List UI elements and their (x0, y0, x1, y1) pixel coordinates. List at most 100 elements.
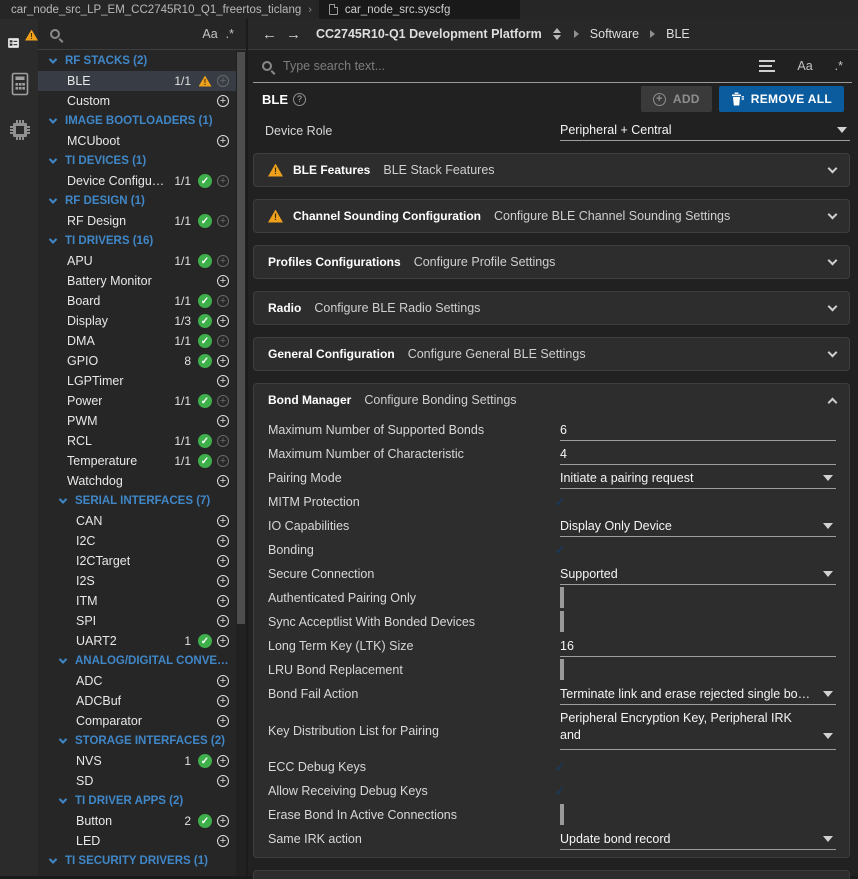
tree-group-ti-security-drivers-1[interactable]: TI SECURITY DRIVERS (1) (38, 851, 236, 871)
chevron-down-icon[interactable] (828, 209, 838, 219)
dropdown-pairing-mode[interactable]: Initiate a pairing request (560, 468, 836, 489)
project-breadcrumb[interactable]: car_node_src_LP_EM_CC2745R10_Q1_freertos… (0, 4, 301, 16)
dropdown-same-irk-action[interactable]: Update bond record (560, 829, 836, 850)
add-instance-button[interactable] (217, 415, 229, 427)
regex-toggle[interactable]: .* (226, 27, 234, 41)
breadcrumb-ble[interactable]: BLE (666, 27, 690, 41)
chevron-down-icon[interactable] (59, 735, 67, 743)
peripherals-calculator-icon[interactable] (7, 71, 33, 97)
tree-item-i2s[interactable]: I2S (38, 571, 236, 591)
section-header-ble-features[interactable]: BLE FeaturesBLE Stack Features (254, 154, 849, 186)
add-instance-button[interactable] (217, 375, 229, 387)
tree-item-sd[interactable]: SD (38, 771, 236, 791)
chevron-down-icon[interactable] (59, 795, 67, 803)
tree-item-led[interactable]: LED (38, 831, 236, 851)
checkbox-lru-bond-replacement[interactable] (560, 659, 564, 680)
add-instance-button[interactable] (217, 755, 229, 767)
add-instance-button[interactable] (217, 475, 229, 487)
tree-item-itm[interactable]: ITM (38, 591, 236, 611)
tree-group-ti-devices-1[interactable]: TI DEVICES (1) (38, 151, 236, 171)
add-instance-button[interactable] (217, 715, 229, 727)
tree-group-rf-design-1[interactable]: RF DESIGN (1) (38, 191, 236, 211)
add-instance-button[interactable] (217, 555, 229, 567)
add-instance-button[interactable] (217, 675, 229, 687)
chevron-down-icon[interactable] (59, 655, 67, 663)
chevron-down-icon[interactable] (828, 163, 838, 173)
input-long-term-key-ltk-size[interactable]: 16 (560, 636, 836, 657)
tree-item-device-configur[interactable]: Device Configur…1/1 (38, 171, 236, 191)
tree-item-rcl[interactable]: RCL1/1 (38, 431, 236, 451)
add-instance-button[interactable] (217, 815, 229, 827)
tree-item-uart2[interactable]: UART21 (38, 631, 236, 651)
tree-item-adcbuf[interactable]: ADCBuf (38, 691, 236, 711)
tree-item-lgptimer[interactable]: LGPTimer (38, 371, 236, 391)
chevron-down-icon[interactable] (49, 235, 57, 243)
add-instance-button[interactable] (217, 515, 229, 527)
checkbox-authenticated-pairing-only[interactable] (560, 587, 564, 608)
device-role-dropdown[interactable]: Peripheral + Central (560, 120, 850, 141)
search-input[interactable]: Type search text... (283, 59, 748, 73)
section-header-general-configuration[interactable]: General ConfigurationConfigure General B… (254, 338, 849, 370)
remove-all-button[interactable]: REMOVE ALL (719, 86, 844, 112)
section-header-profiles-configurations[interactable]: Profiles ConfigurationsConfigure Profile… (254, 246, 849, 278)
chevron-down-icon[interactable] (828, 255, 838, 265)
tree-group-ti-drivers-16[interactable]: TI DRIVERS (16) (38, 231, 236, 251)
dropdown-io-capabilities[interactable]: Display Only Device (560, 516, 836, 537)
active-file-tab[interactable]: car_node_src.syscfg (319, 0, 520, 19)
regex-toggle[interactable]: .* (835, 59, 843, 73)
tree-item-power[interactable]: Power1/1 (38, 391, 236, 411)
device-chip-icon[interactable] (7, 117, 33, 143)
add-instance-button[interactable] (217, 635, 229, 647)
breadcrumb-software[interactable]: Software (590, 27, 639, 41)
tree-item-board[interactable]: Board1/1 (38, 291, 236, 311)
tree-item-i2c[interactable]: I2C (38, 531, 236, 551)
config-search-bar[interactable]: Type search text... Aa .* (253, 50, 852, 83)
tree-scrollbar[interactable] (236, 51, 246, 876)
match-case-toggle[interactable]: Aa (797, 59, 812, 73)
filter-lines-icon[interactable] (759, 60, 775, 72)
chevron-down-icon[interactable] (828, 347, 838, 357)
add-instance-button[interactable] (217, 575, 229, 587)
add-instance-button[interactable] (217, 355, 229, 367)
tree-item-mcuboot[interactable]: MCUboot (38, 131, 236, 151)
chevron-down-icon[interactable] (49, 195, 57, 203)
tree-scrollbar-thumb[interactable] (237, 52, 245, 624)
tree-group-rf-stacks-2[interactable]: RF STACKS (2) (38, 51, 236, 71)
chevron-down-icon[interactable] (59, 495, 67, 503)
board-switch-icon[interactable] (553, 28, 561, 40)
add-instance-button[interactable] (217, 95, 229, 107)
tree-item-ble[interactable]: BLE1/1 (38, 71, 236, 91)
next-section-card[interactable] (253, 870, 850, 879)
checkbox-sync-acceptlist-with-bonded-devices[interactable] (560, 611, 564, 632)
tree-group-analog-digital-conver[interactable]: ANALOG/DIGITAL CONVER… (38, 651, 236, 671)
back-arrow-icon[interactable]: ← (262, 27, 277, 42)
tree-item-watchdog[interactable]: Watchdog (38, 471, 236, 491)
chevron-down-icon[interactable] (49, 115, 57, 123)
add-instance-button[interactable] (217, 695, 229, 707)
add-instance-button[interactable] (217, 615, 229, 627)
match-case-toggle[interactable]: Aa (202, 27, 217, 41)
section-header-bond-manager[interactable]: Bond ManagerConfigure Bonding Settings (254, 384, 849, 416)
tree-item-comparator[interactable]: Comparator (38, 711, 236, 731)
tree-item-battery-monitor[interactable]: Battery Monitor (38, 271, 236, 291)
chevron-down-icon[interactable] (49, 855, 57, 863)
tree-group-serial-interfaces-7[interactable]: SERIAL INTERFACES (7) (38, 491, 236, 511)
chevron-down-icon[interactable] (828, 301, 838, 311)
input-maximum-number-of-characteristic[interactable]: 4 (560, 444, 836, 465)
board-selector[interactable]: CC2745R10-Q1 Development Platform (316, 27, 542, 41)
tree-item-can[interactable]: CAN (38, 511, 236, 531)
chevron-down-icon[interactable] (49, 55, 57, 63)
dropdown-bond-fail-action[interactable]: Terminate link and erase rejected single… (560, 684, 836, 705)
add-instance-button[interactable] (217, 135, 229, 147)
add-instance-button[interactable] (217, 775, 229, 787)
add-instance-button[interactable] (217, 835, 229, 847)
tree-item-apu[interactable]: APU1/1 (38, 251, 236, 271)
add-instance-button[interactable] (217, 535, 229, 547)
chevron-down-icon[interactable] (49, 155, 57, 163)
dropdown-key-distribution-list-for-pairing[interactable]: Peripheral Encryption Key, Peripheral IR… (560, 710, 836, 750)
tree-item-gpio[interactable]: GPIO8 (38, 351, 236, 371)
add-instance-button[interactable] (217, 275, 229, 287)
add-instance-button[interactable] (217, 315, 229, 327)
tree-item-pwm[interactable]: PWM (38, 411, 236, 431)
tree-item-display[interactable]: Display1/3 (38, 311, 236, 331)
